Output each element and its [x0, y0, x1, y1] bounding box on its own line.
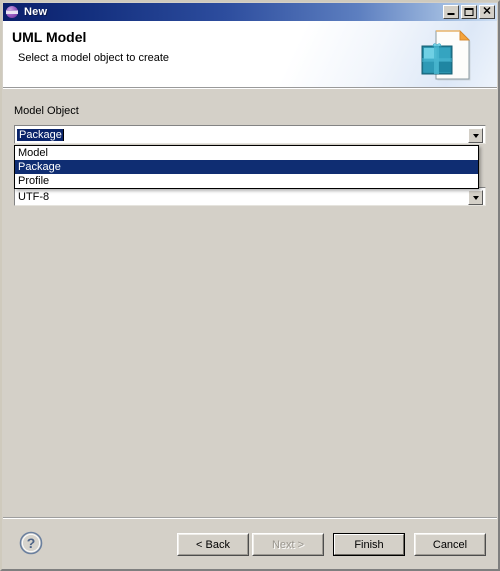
wizard-header: UML Model Select a model object to creat… — [3, 21, 497, 88]
encoding-value: UTF-8 — [18, 190, 50, 203]
svg-text:?: ? — [27, 535, 36, 551]
new-model-dialog: New ✕ UML Model Select a model object to… — [0, 0, 500, 571]
encoding-combobox[interactable]: UTF-8 — [14, 187, 486, 206]
text-cursor — [62, 128, 64, 141]
model-object-label: Model Object — [14, 105, 79, 117]
help-icon[interactable]: ? — [19, 531, 43, 555]
page-title: UML Model — [12, 29, 87, 45]
title-bar[interactable]: New ✕ — [3, 3, 497, 21]
window-title: New — [24, 6, 48, 18]
close-icon[interactable]: ✕ — [479, 5, 495, 19]
button-bar: ? < Back Next > Finish Cancel — [3, 519, 497, 569]
dropdown-option-model[interactable]: Model — [15, 146, 478, 160]
maximize-icon[interactable] — [461, 5, 477, 19]
dialog-content: Model Object Package UTF-8 Model Package… — [3, 92, 497, 517]
cancel-button[interactable]: Cancel — [414, 533, 486, 556]
cancel-button-label: Cancel — [432, 538, 468, 551]
page-subtitle: Select a model object to create — [18, 52, 170, 64]
uml-model-wizard-icon — [421, 30, 471, 81]
eclipse-globe-icon — [6, 5, 20, 19]
dropdown-option-profile[interactable]: Profile — [15, 174, 478, 188]
next-button[interactable]: Next > — [252, 533, 324, 556]
dropdown-option-package[interactable]: Package — [15, 160, 478, 174]
next-button-label: Next > — [271, 538, 305, 551]
model-object-dropdown-list[interactable]: Model Package Profile — [14, 145, 479, 189]
chevron-down-icon[interactable] — [468, 128, 483, 143]
model-object-combobox[interactable]: Package — [14, 125, 486, 144]
back-button-label: < Back — [196, 538, 230, 551]
model-object-value: Package — [17, 128, 63, 141]
minimize-icon[interactable] — [443, 5, 459, 19]
window-controls: ✕ — [443, 5, 495, 19]
finish-button[interactable]: Finish — [333, 533, 405, 556]
back-button[interactable]: < Back — [177, 533, 249, 556]
finish-button-label: Finish — [354, 538, 384, 551]
encoding-chevron-down-icon[interactable] — [468, 190, 483, 205]
